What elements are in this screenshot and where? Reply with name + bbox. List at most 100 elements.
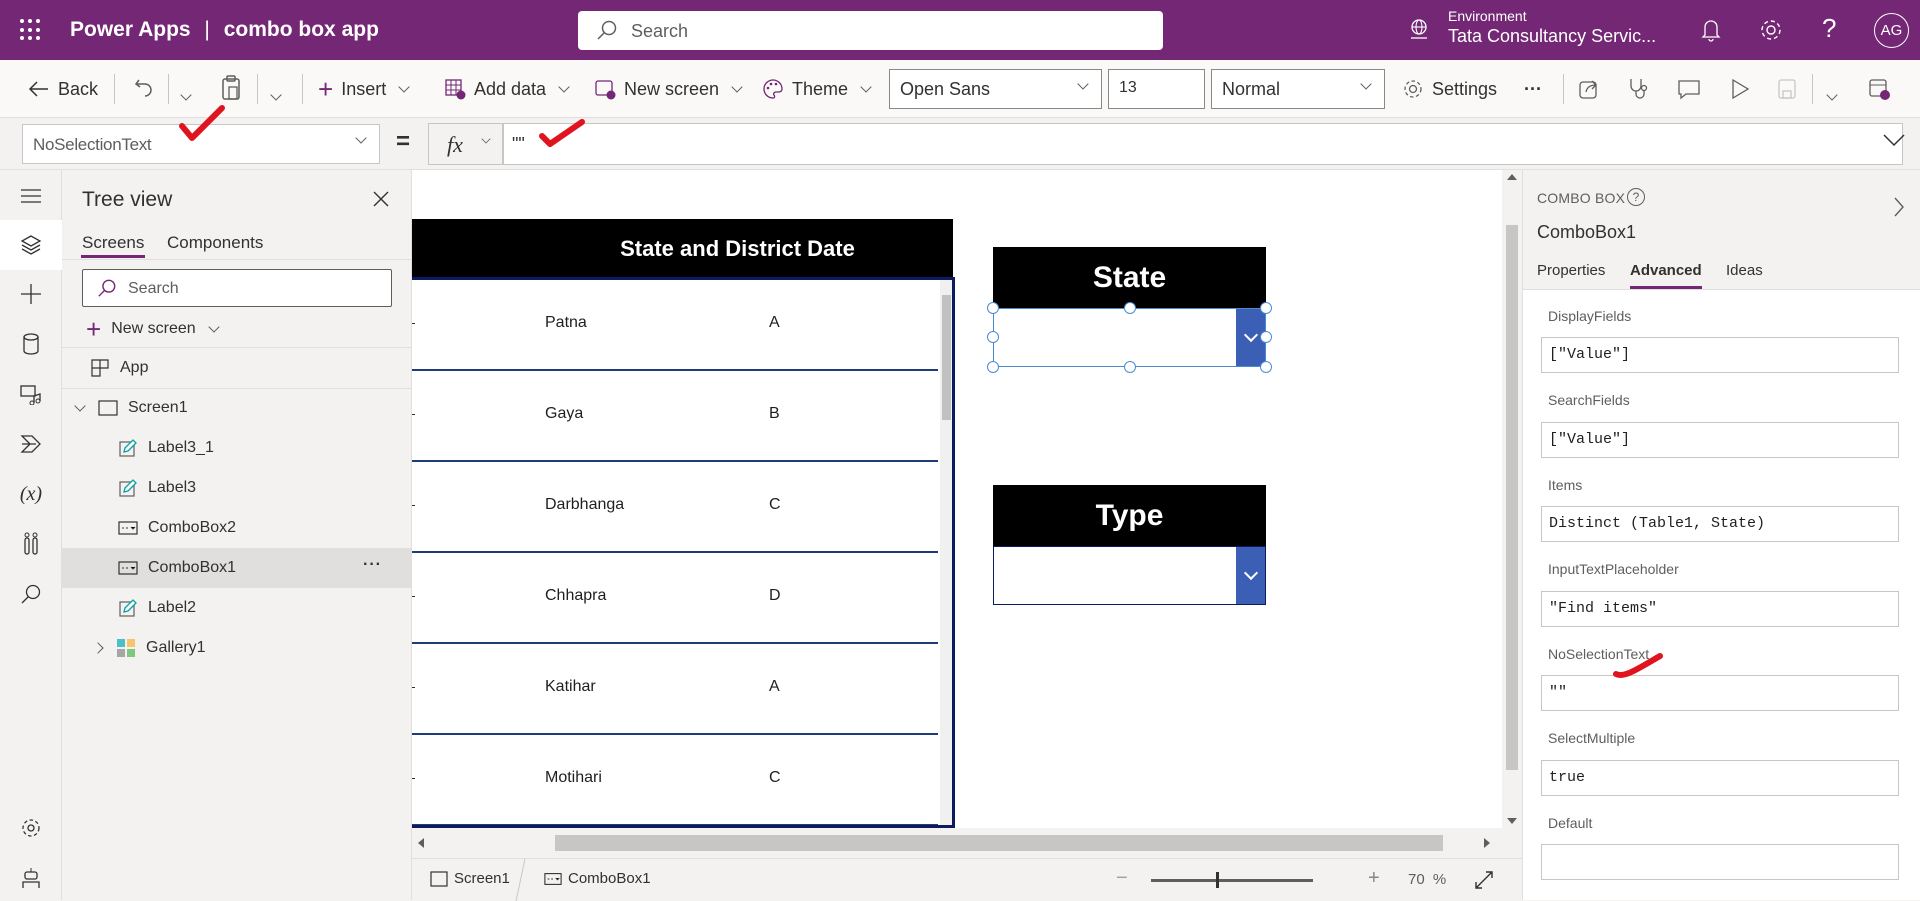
user-avatar[interactable]: AG bbox=[1874, 13, 1909, 48]
gallery-row[interactable]: Darbhanga C bbox=[412, 462, 938, 553]
function-button[interactable]: fx bbox=[428, 123, 503, 165]
searchfields-input[interactable]: ["Value"] bbox=[1541, 422, 1899, 458]
tree-view-layers-icon[interactable] bbox=[0, 220, 62, 270]
hamburger-menu-icon[interactable] bbox=[0, 174, 62, 218]
zoom-slider[interactable] bbox=[1151, 879, 1313, 882]
resize-handle[interactable] bbox=[1260, 331, 1272, 343]
data-cylinder-icon[interactable] bbox=[0, 322, 62, 366]
design-canvas[interactable]: State and District Date Patna A Gaya B Dar… bbox=[412, 170, 1522, 828]
settings-gear-icon[interactable] bbox=[1758, 17, 1784, 43]
default-input[interactable] bbox=[1541, 844, 1899, 880]
help-icon[interactable]: ? bbox=[1822, 13, 1836, 44]
media-icon[interactable] bbox=[0, 372, 62, 416]
state-label[interactable]: State bbox=[993, 247, 1266, 308]
tree-item-combobox1[interactable]: ComboBox1 ··· bbox=[62, 548, 412, 588]
inputtextplaceholder-input[interactable]: "Find items" bbox=[1541, 591, 1899, 627]
theme-button[interactable]: Theme bbox=[762, 76, 872, 102]
tab-components[interactable]: Components bbox=[167, 233, 263, 253]
type-combobox[interactable] bbox=[993, 546, 1266, 605]
scroll-up-arrow-icon[interactable] bbox=[1507, 174, 1517, 180]
variables-icon[interactable]: (x) bbox=[0, 472, 62, 516]
gallery-row[interactable]: Motihari C bbox=[412, 735, 938, 825]
save-dropdown-chevron-icon[interactable] bbox=[1826, 86, 1838, 104]
paste-clipboard-icon[interactable] bbox=[220, 74, 242, 102]
app-launcher-icon[interactable] bbox=[20, 19, 42, 41]
breadcrumb-screen1[interactable]: Screen1 bbox=[430, 870, 510, 887]
back-button[interactable]: Back bbox=[28, 76, 98, 102]
type-label[interactable]: Type bbox=[993, 485, 1266, 547]
resize-handle[interactable] bbox=[987, 361, 999, 373]
gallery-row[interactable]: Gaya B bbox=[412, 371, 938, 462]
power-automate-icon[interactable] bbox=[0, 422, 62, 466]
tree-item-label3[interactable]: Label3 bbox=[62, 468, 412, 508]
resize-handle[interactable] bbox=[1260, 302, 1272, 314]
tab-advanced[interactable]: Advanced bbox=[1630, 262, 1702, 289]
paste-dropdown-chevron-icon[interactable] bbox=[270, 86, 282, 104]
new-screen-button[interactable]: + New screen bbox=[86, 316, 220, 342]
help-icon[interactable]: ? bbox=[1627, 188, 1645, 206]
scroll-right-arrow-icon[interactable] bbox=[1484, 838, 1490, 848]
tree-item-label3-1[interactable]: Label3_1 bbox=[62, 428, 412, 468]
new-screen-button[interactable]: New screen bbox=[594, 76, 743, 102]
breadcrumb-combobox1[interactable]: ComboBox1 bbox=[544, 870, 651, 887]
gallery-row[interactable]: Chhapra D bbox=[412, 553, 938, 644]
tree-item-app[interactable]: App bbox=[62, 348, 412, 388]
chevron-right-icon[interactable] bbox=[1893, 196, 1905, 218]
save-icon[interactable] bbox=[1777, 78, 1797, 100]
share-icon[interactable] bbox=[1578, 78, 1600, 100]
tab-properties[interactable]: Properties bbox=[1537, 262, 1605, 279]
formula-input[interactable]: "" bbox=[503, 123, 1903, 165]
tree-search-input[interactable]: Search bbox=[82, 269, 392, 307]
more-commands-button[interactable]: ··· bbox=[1524, 76, 1542, 102]
displayfields-input[interactable]: ["Value"] bbox=[1541, 337, 1899, 373]
notifications-icon[interactable] bbox=[1700, 17, 1722, 43]
environment-name[interactable]: Tata Consultancy Servic... bbox=[1448, 26, 1656, 47]
zoom-out-button[interactable]: − bbox=[1116, 867, 1128, 890]
font-size-input[interactable]: 13 bbox=[1108, 69, 1205, 109]
scroll-down-arrow-icon[interactable] bbox=[1507, 818, 1517, 824]
add-data-button[interactable]: Add data bbox=[444, 76, 570, 102]
resize-handle[interactable] bbox=[987, 331, 999, 343]
control-name[interactable]: ComboBox1 bbox=[1537, 222, 1636, 243]
publish-icon[interactable] bbox=[1868, 77, 1890, 101]
scroll-left-arrow-icon[interactable] bbox=[418, 838, 424, 848]
gallery[interactable]: Patna A Gaya B Darbhanga C Chhapra D Katihar… bbox=[412, 277, 955, 828]
undo-icon[interactable] bbox=[133, 76, 155, 100]
canvas-horizontal-scroll-thumb[interactable] bbox=[555, 835, 1443, 851]
tree-item-gallery1[interactable]: Gallery1 bbox=[62, 628, 412, 668]
gallery-scroll-thumb[interactable] bbox=[942, 295, 951, 420]
undo-dropdown-chevron-icon[interactable] bbox=[180, 86, 192, 104]
resize-handle[interactable] bbox=[987, 302, 999, 314]
tree-item-label2[interactable]: Label2 bbox=[62, 588, 412, 628]
zoom-in-button[interactable]: + bbox=[1368, 867, 1380, 890]
global-search-input[interactable]: Search bbox=[578, 11, 1163, 50]
expand-formula-chevron-icon[interactable] bbox=[1882, 132, 1906, 148]
gallery-row[interactable]: Patna A bbox=[412, 280, 938, 371]
selectmultiple-input[interactable]: true bbox=[1541, 760, 1899, 796]
insert-button[interactable]: + Insert bbox=[318, 76, 410, 102]
canvas-vertical-scroll-thumb[interactable] bbox=[1506, 225, 1518, 770]
advanced-tools-icon[interactable] bbox=[0, 522, 62, 566]
gallery-row[interactable]: Katihar A bbox=[412, 644, 938, 735]
resize-handle[interactable] bbox=[1260, 361, 1272, 373]
fit-to-window-expand-icon[interactable] bbox=[1474, 870, 1494, 890]
tree-item-screen1[interactable]: Screen1 bbox=[62, 388, 412, 428]
combobox-dropdown-button[interactable] bbox=[1236, 547, 1265, 604]
zoom-slider-thumb[interactable] bbox=[1215, 872, 1219, 888]
preview-play-icon[interactable] bbox=[1730, 78, 1750, 100]
settings-button[interactable]: Settings bbox=[1402, 76, 1497, 102]
insert-plus-icon[interactable] bbox=[0, 272, 62, 316]
more-options-button[interactable]: ··· bbox=[363, 556, 382, 574]
gallery-title-label[interactable]: State and District Date bbox=[412, 219, 953, 279]
font-weight-dropdown[interactable]: Normal bbox=[1211, 69, 1385, 109]
search-icon[interactable] bbox=[0, 572, 62, 616]
app-checker-stethoscope-icon[interactable] bbox=[1628, 77, 1650, 101]
resize-handle[interactable] bbox=[1124, 361, 1136, 373]
tab-ideas[interactable]: Ideas bbox=[1726, 262, 1763, 279]
tree-item-combobox2[interactable]: ComboBox2 bbox=[62, 508, 412, 548]
noselectiontext-input[interactable]: "" bbox=[1541, 675, 1899, 711]
chevron-right-icon[interactable] bbox=[92, 642, 104, 654]
items-input[interactable]: Distinct (Table1, State) bbox=[1541, 506, 1899, 542]
copilot-bot-icon[interactable] bbox=[0, 856, 62, 900]
comments-icon[interactable] bbox=[1677, 78, 1701, 100]
